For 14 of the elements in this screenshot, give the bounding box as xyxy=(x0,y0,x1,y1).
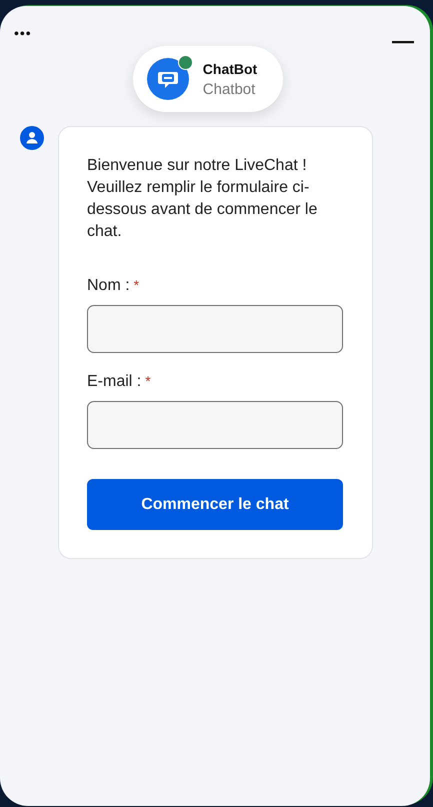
agent-name: ChatBot xyxy=(202,60,258,76)
field-label: E-mail : xyxy=(87,373,142,391)
input-field[interactable] xyxy=(87,305,343,353)
required-asterisk: * xyxy=(145,373,151,391)
user-avatar-icon xyxy=(20,126,44,150)
field-label: Nom : xyxy=(87,277,130,295)
input-field[interactable] xyxy=(87,401,343,449)
start-chat-button[interactable]: Commencer le chat xyxy=(87,479,343,530)
minimize-button[interactable]: — xyxy=(392,30,414,52)
welcome-message: Bienvenue sur notre LiveChat ! Veuillez remplir le formulaire ci-dessous avant de commencer le chat. xyxy=(87,156,318,242)
more-menu-button[interactable]: ••• xyxy=(14,26,32,40)
agent-role: Chatbot xyxy=(202,80,256,98)
required-asterisk: * xyxy=(134,277,140,295)
chat-bubble-icon xyxy=(146,58,189,100)
